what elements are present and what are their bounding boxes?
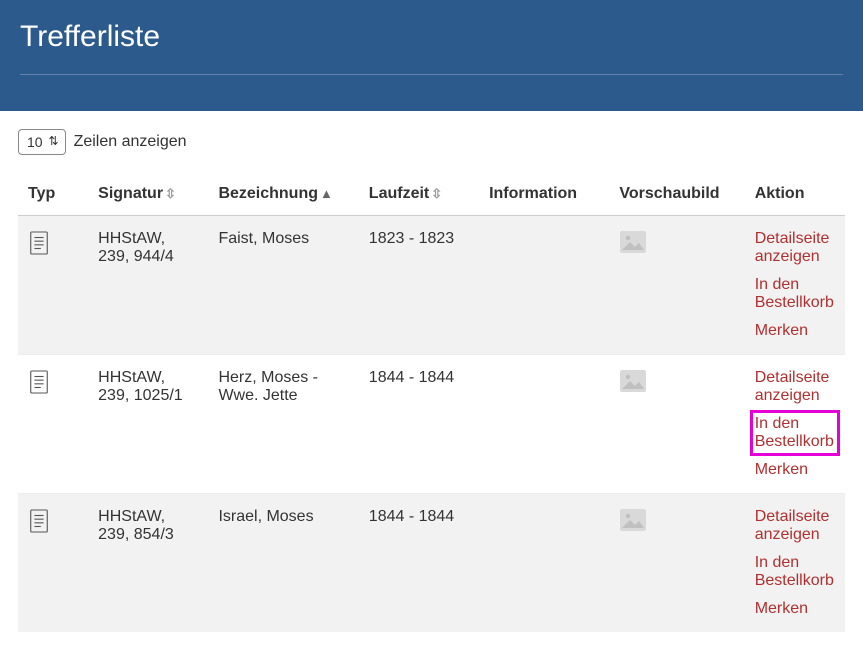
col-aktion: Aktion [745,173,845,216]
document-icon [28,382,50,399]
image-placeholder-icon [619,380,647,397]
rows-select[interactable]: 10 ⇅ [18,129,66,155]
remember-link[interactable]: Merken [755,461,835,479]
header-divider [20,74,843,75]
col-vorschaubild: Vorschaubild [609,173,744,216]
table-header-row: Typ Signatur⇳ Bezeichnung▲ Laufzeit⇳ Inf… [18,173,845,216]
cell-vorschaubild [609,216,744,355]
cell-bezeichnung: Faist, Moses [208,216,358,355]
table-row: HHStAW, 239, 1025/1Herz, Moses - Wwe. Je… [18,355,845,494]
add-to-basket-link[interactable]: In den Bestellkorb [755,554,835,590]
cell-aktion: Detailseite anzeigen In den Bestellkorb Me… [745,216,845,355]
page-header: Trefferliste [0,0,863,111]
detail-link[interactable]: Detailseite anzeigen [755,508,835,544]
col-signatur[interactable]: Signatur⇳ [88,173,208,216]
sort-asc-icon: ▲ [320,186,333,201]
cell-signatur: HHStAW, 239, 854/3 [88,494,208,633]
results-table: Typ Signatur⇳ Bezeichnung▲ Laufzeit⇳ Inf… [18,173,845,632]
cell-information [479,355,609,494]
detail-link[interactable]: Detailseite anzeigen [755,369,835,405]
cell-information [479,216,609,355]
document-icon [28,521,50,538]
cell-aktion: Detailseite anzeigen In den Bestellkorb Me… [745,355,845,494]
document-icon [28,243,50,260]
select-caret-icon: ⇅ [49,135,59,147]
cell-typ [18,216,88,355]
remember-link[interactable]: Merken [755,600,835,618]
cell-bezeichnung: Herz, Moses - Wwe. Jette [208,355,358,494]
remember-link[interactable]: Merken [755,322,835,340]
cell-typ [18,355,88,494]
cell-signatur: HHStAW, 239, 1025/1 [88,355,208,494]
highlight-box: In den Bestellkorb [750,410,840,456]
rows-per-page-control: 10 ⇅ Zeilen anzeigen [18,129,845,155]
col-information: Information [479,173,609,216]
col-typ: Typ [18,173,88,216]
cell-signatur: HHStAW, 239, 944/4 [88,216,208,355]
add-to-basket-link[interactable]: In den Bestellkorb [755,415,835,451]
cell-laufzeit: 1844 - 1844 [359,355,479,494]
cell-vorschaubild [609,494,744,633]
cell-information [479,494,609,633]
rows-select-label: Zeilen anzeigen [74,133,187,151]
add-to-basket-link[interactable]: In den Bestellkorb [755,276,835,312]
table-row: HHStAW, 239, 944/4Faist, Moses1823 - 182… [18,216,845,355]
image-placeholder-icon [619,519,647,536]
cell-aktion: Detailseite anzeigen In den Bestellkorb Me… [745,494,845,633]
page-title: Trefferliste [20,20,843,54]
col-bezeichnung[interactable]: Bezeichnung▲ [208,173,358,216]
cell-laufzeit: 1823 - 1823 [359,216,479,355]
detail-link[interactable]: Detailseite anzeigen [755,230,835,266]
sort-icon: ⇳ [431,186,442,201]
cell-bezeichnung: Israel, Moses [208,494,358,633]
cell-vorschaubild [609,355,744,494]
rows-select-value: 10 [27,134,43,150]
col-laufzeit[interactable]: Laufzeit⇳ [359,173,479,216]
image-placeholder-icon [619,241,647,258]
cell-typ [18,494,88,633]
content: 10 ⇅ Zeilen anzeigen Typ Signatur⇳ Bezei… [0,111,863,650]
table-row: HHStAW, 239, 854/3Israel, Moses1844 - 18… [18,494,845,633]
cell-laufzeit: 1844 - 1844 [359,494,479,633]
sort-icon: ⇳ [165,186,176,201]
